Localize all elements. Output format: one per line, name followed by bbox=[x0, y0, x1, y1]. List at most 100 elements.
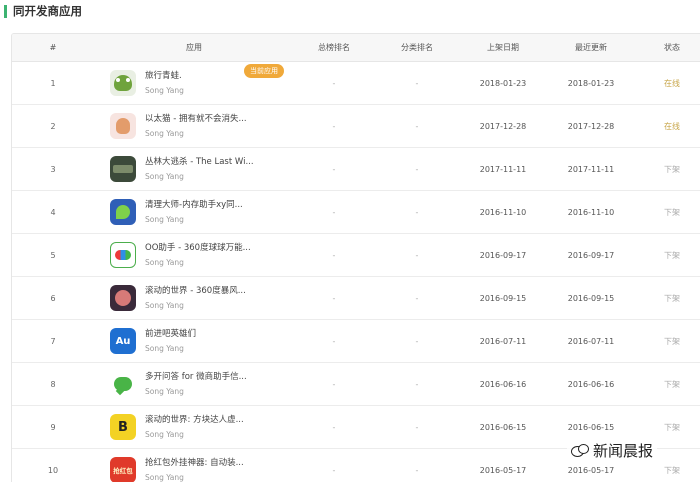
app-developer[interactable]: Song Yang bbox=[145, 429, 294, 441]
table-row[interactable]: 4 清理大师-内存助手xy同... Song Yang - - 2016-11-… bbox=[12, 191, 700, 234]
frog-icon[interactable] bbox=[110, 70, 136, 96]
row-release-date: 2016-06-16 bbox=[479, 379, 527, 389]
row-category-rank: - bbox=[415, 465, 419, 475]
row-status: 在线 bbox=[664, 121, 680, 131]
row-app[interactable]: 抢红包 抢红包外挂神器: 自动装... Song Yang bbox=[94, 449, 294, 482]
row-total-rank: - bbox=[332, 293, 336, 303]
row-num: 7 bbox=[50, 336, 56, 346]
header-release-date[interactable]: 上架日期 bbox=[460, 34, 546, 61]
row-app[interactable]: 丛林大逃杀 - The Last Wi... Song Yang bbox=[94, 148, 294, 190]
table-row[interactable]: 2 以太猫 - 拥有就不会消失... Song Yang - - 2017-12… bbox=[12, 105, 700, 148]
row-release-date: 2016-09-17 bbox=[479, 250, 527, 260]
row-app[interactable]: 多开问答 for 微商助手信... Song Yang bbox=[94, 363, 294, 405]
row-latest-update: 2016-09-17 bbox=[567, 250, 615, 260]
row-latest-update: 2018-01-23 bbox=[567, 78, 615, 88]
table-row[interactable]: 5 OO助手 - 360度球球万能... Song Yang - - 2016-… bbox=[12, 234, 700, 277]
oo-icon[interactable] bbox=[110, 242, 136, 268]
table-row[interactable]: 3 丛林大逃杀 - The Last Wi... Song Yang - - 2… bbox=[12, 148, 700, 191]
section-title-text: 同开发商应用 bbox=[13, 4, 82, 18]
row-app[interactable]: 清理大师-内存助手xy同... Song Yang bbox=[94, 191, 294, 233]
row-latest-update: 2017-11-11 bbox=[567, 164, 615, 174]
app-developer[interactable]: Song Yang bbox=[145, 343, 294, 355]
row-num: 2 bbox=[50, 121, 56, 131]
app-name[interactable]: OO助手 - 360度球球万能... bbox=[145, 242, 257, 254]
row-status: 下架 bbox=[664, 336, 680, 346]
app-name[interactable]: 以太猫 - 拥有就不会消失... bbox=[145, 113, 257, 125]
app-name[interactable]: 多开问答 for 微商助手信... bbox=[145, 371, 257, 383]
wechat-icon bbox=[571, 443, 589, 458]
row-app[interactable]: 旅行青蛙. Song Yang 当前应用 bbox=[94, 62, 294, 104]
cat-icon[interactable] bbox=[110, 113, 136, 139]
table-row[interactable]: 7 Au 前进吧英雄们 Song Yang - - 2016-07-11 201… bbox=[12, 320, 700, 363]
row-category-rank: - bbox=[415, 379, 419, 389]
cleaner-icon[interactable] bbox=[110, 199, 136, 225]
jungle-icon[interactable] bbox=[110, 156, 136, 182]
row-total-rank: - bbox=[332, 250, 336, 260]
chat-icon[interactable] bbox=[110, 371, 136, 397]
row-category-rank: - bbox=[415, 121, 419, 131]
row-release-date: 2016-11-10 bbox=[479, 207, 527, 217]
app-name[interactable]: 旅行青蛙. bbox=[145, 70, 257, 82]
table-row[interactable]: 1 旅行青蛙. Song Yang 当前应用 - - 2018-01-23 20… bbox=[12, 62, 700, 105]
app-name[interactable]: 滚动的世界 - 360度暴风... bbox=[145, 285, 257, 297]
app-developer[interactable]: Song Yang bbox=[145, 214, 294, 226]
app-developer[interactable]: Song Yang bbox=[145, 300, 294, 312]
app-name[interactable]: 抢红包外挂神器: 自动装... bbox=[145, 457, 257, 469]
app-name[interactable]: 前进吧英雄们 bbox=[145, 328, 257, 340]
row-status: 下架 bbox=[664, 379, 680, 389]
row-app[interactable]: Au 前进吧英雄们 Song Yang bbox=[94, 320, 294, 362]
row-num: 10 bbox=[47, 465, 59, 475]
app-name[interactable]: 丛林大逃杀 - The Last Wi... bbox=[145, 156, 257, 168]
app-name[interactable]: 滚动的世界: 方块达人虚... bbox=[145, 414, 257, 426]
row-latest-update: 2016-06-16 bbox=[567, 379, 615, 389]
watermark: 新闻晨报 bbox=[567, 438, 658, 463]
row-app[interactable]: 滚动的世界 - 360度暴风... Song Yang bbox=[94, 277, 294, 319]
apps-table: # 应用 总榜排名 分类排名 上架日期 最近更新 状态 1 旅行青蛙. Song… bbox=[11, 33, 700, 482]
header-app[interactable]: 应用 bbox=[94, 34, 294, 61]
row-total-rank: - bbox=[332, 379, 336, 389]
au-icon[interactable]: Au bbox=[110, 328, 136, 354]
header-total-rank[interactable]: 总榜排名 bbox=[294, 34, 374, 61]
row-category-rank: - bbox=[415, 336, 419, 346]
row-num: 1 bbox=[50, 78, 56, 88]
row-release-date: 2016-09-15 bbox=[479, 293, 527, 303]
row-total-rank: - bbox=[332, 164, 336, 174]
app-developer[interactable]: Song Yang bbox=[145, 257, 294, 269]
page: 同开发商应用 # 应用 总榜排名 分类排名 上架日期 最近更新 状态 1 旅行青… bbox=[0, 0, 700, 482]
row-total-rank: - bbox=[332, 336, 336, 346]
row-status: 下架 bbox=[664, 164, 680, 174]
row-num: 9 bbox=[50, 422, 56, 432]
header-latest-update[interactable]: 最近更新 bbox=[546, 34, 636, 61]
table-header: # 应用 总榜排名 分类排名 上架日期 最近更新 状态 bbox=[12, 34, 700, 62]
row-num: 3 bbox=[50, 164, 56, 174]
b-icon[interactable]: B bbox=[110, 414, 136, 440]
app-developer[interactable]: Song Yang bbox=[145, 472, 294, 482]
app-developer[interactable]: Song Yang bbox=[145, 85, 294, 97]
header-category-rank[interactable]: 分类排名 bbox=[374, 34, 460, 61]
table-row[interactable]: 6 滚动的世界 - 360度暴风... Song Yang - - 2016-0… bbox=[12, 277, 700, 320]
redpacket-icon[interactable]: 抢红包 bbox=[110, 457, 136, 482]
row-status: 下架 bbox=[664, 293, 680, 303]
row-release-date: 2016-06-15 bbox=[479, 422, 527, 432]
rolling-icon[interactable] bbox=[110, 285, 136, 311]
row-total-rank: - bbox=[332, 207, 336, 217]
row-total-rank: - bbox=[332, 465, 336, 475]
header-num[interactable]: # bbox=[12, 34, 94, 61]
row-app[interactable]: B 滚动的世界: 方块达人虚... Song Yang bbox=[94, 406, 294, 448]
row-latest-update: 2016-11-10 bbox=[567, 207, 615, 217]
row-category-rank: - bbox=[415, 293, 419, 303]
table-row[interactable]: 8 多开问答 for 微商助手信... Song Yang - - 2016-0… bbox=[12, 363, 700, 406]
row-latest-update: 2017-12-28 bbox=[567, 121, 615, 131]
row-app[interactable]: OO助手 - 360度球球万能... Song Yang bbox=[94, 234, 294, 276]
header-status[interactable]: 状态 bbox=[636, 34, 700, 61]
app-developer[interactable]: Song Yang bbox=[145, 171, 294, 183]
app-developer[interactable]: Song Yang bbox=[145, 128, 294, 140]
row-num: 6 bbox=[50, 293, 56, 303]
row-num: 5 bbox=[50, 250, 56, 260]
row-release-date: 2016-05-17 bbox=[479, 465, 527, 475]
row-app[interactable]: 以太猫 - 拥有就不会消失... Song Yang bbox=[94, 105, 294, 147]
app-name[interactable]: 清理大师-内存助手xy同... bbox=[145, 199, 257, 211]
row-latest-update: 2016-09-15 bbox=[567, 293, 615, 303]
app-developer[interactable]: Song Yang bbox=[145, 386, 294, 398]
row-num: 8 bbox=[50, 379, 56, 389]
